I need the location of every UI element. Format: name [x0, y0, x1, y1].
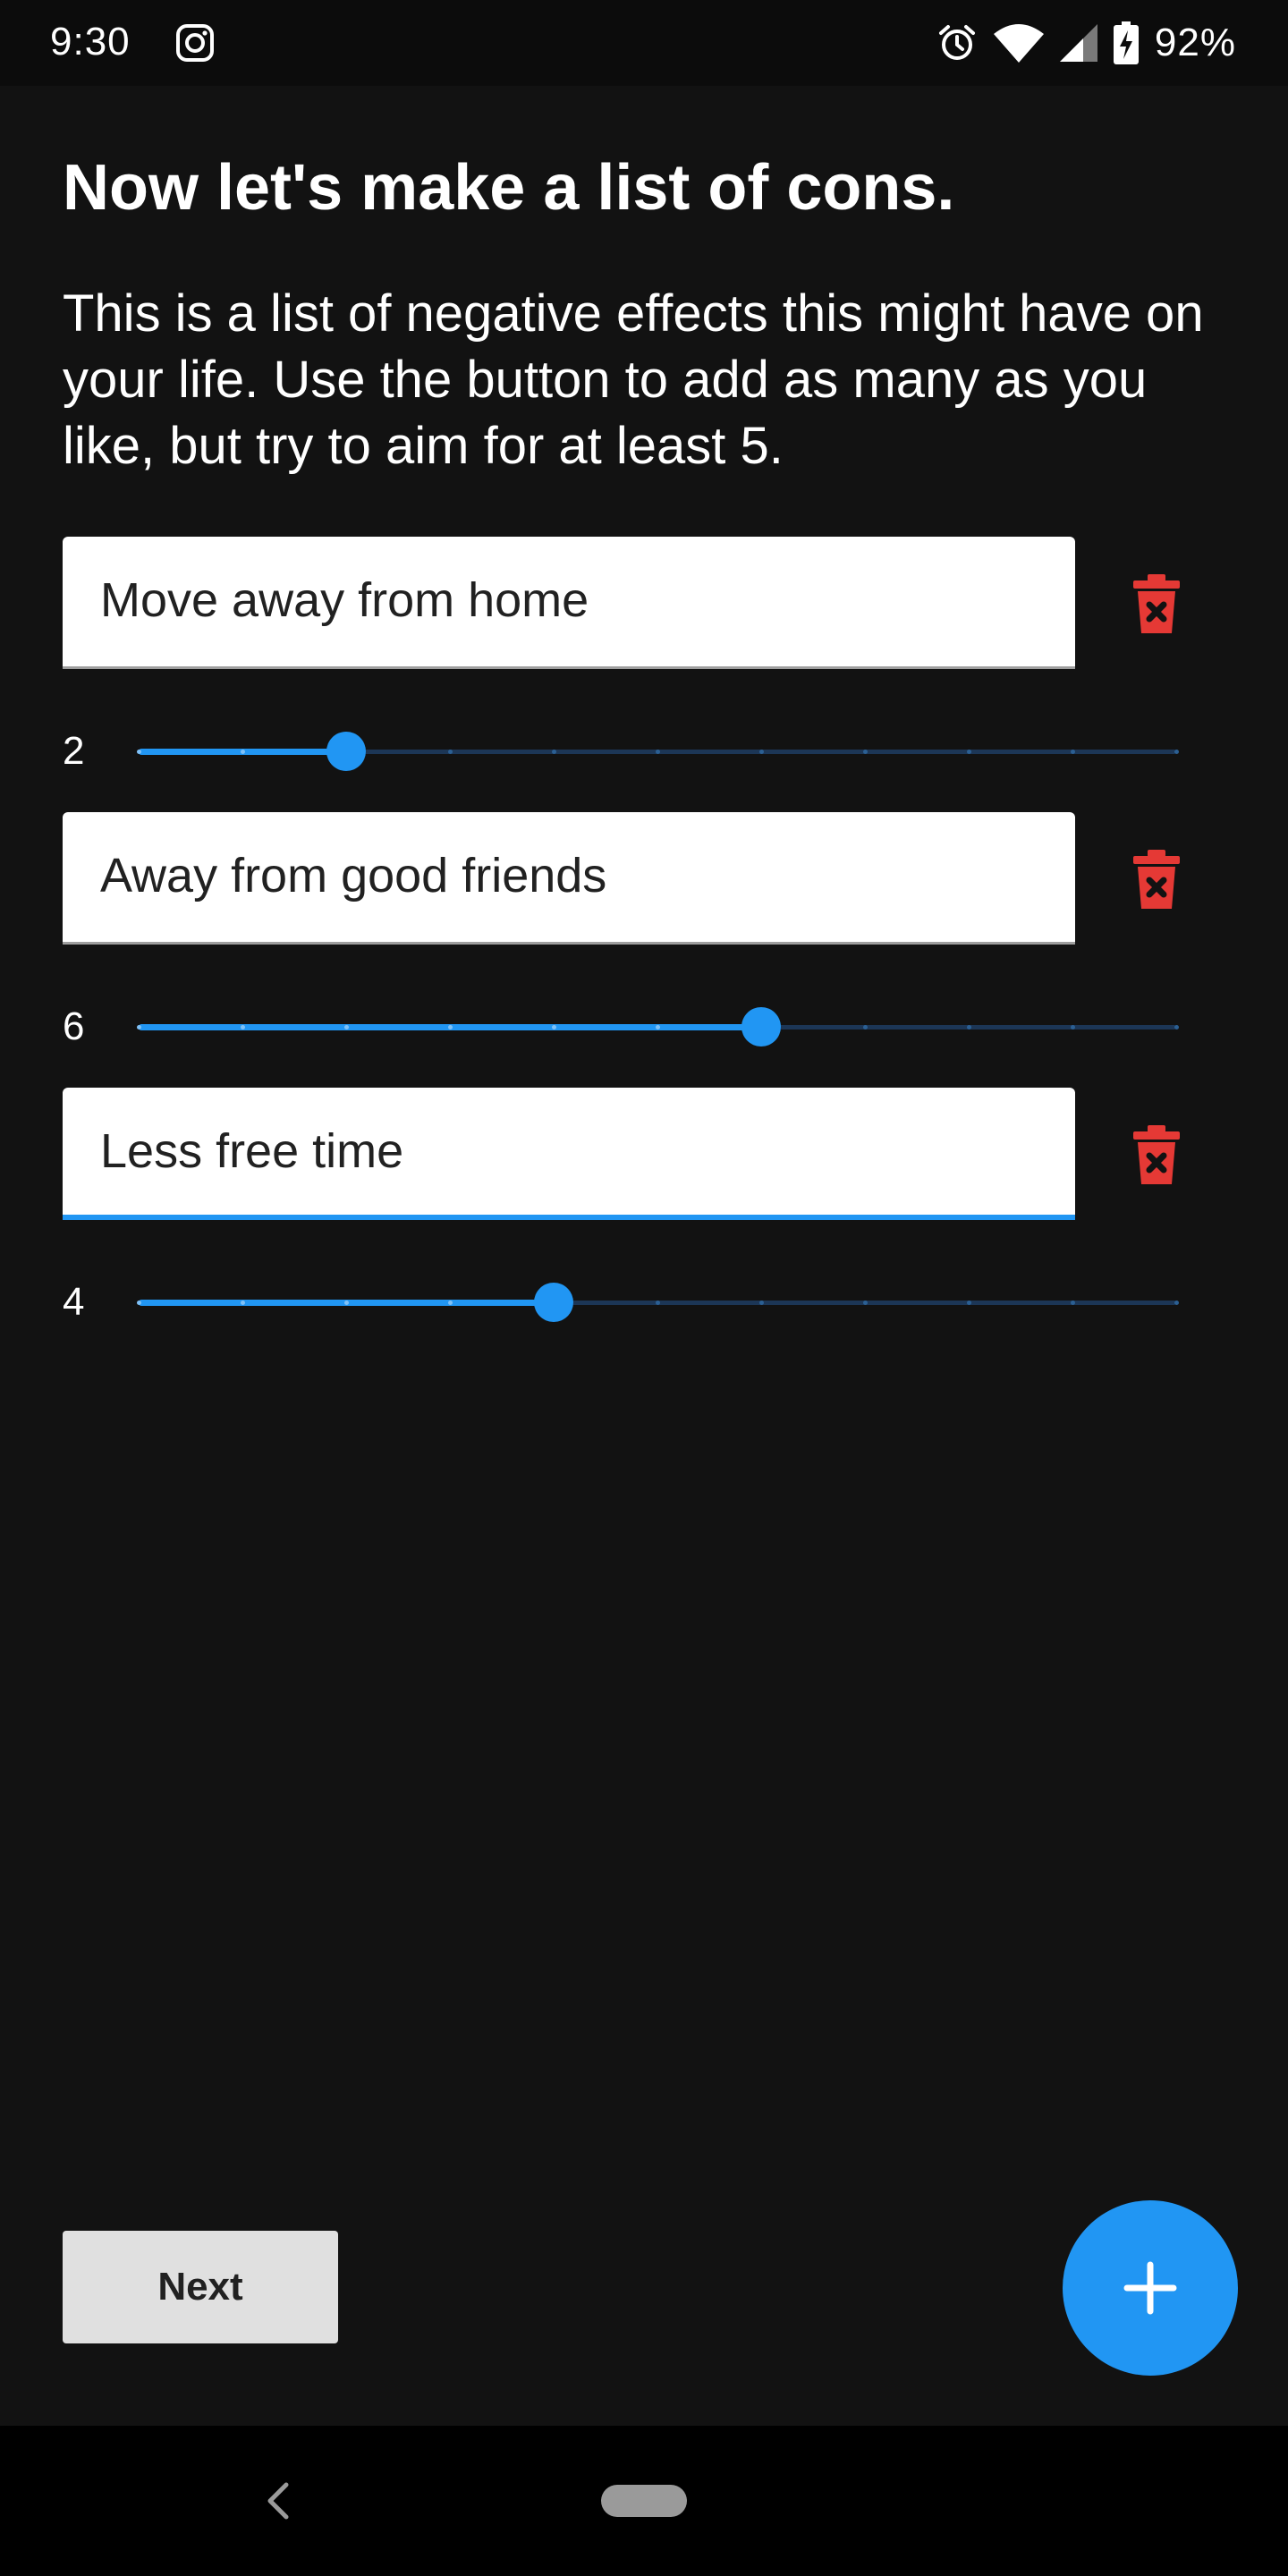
slider-tick — [1071, 750, 1075, 754]
slider-tick — [137, 1301, 141, 1305]
slider-tick — [863, 1301, 868, 1305]
slider-tick — [137, 1025, 141, 1030]
con-item: 4 — [63, 1088, 1216, 1360]
con-text-input[interactable] — [100, 812, 1048, 939]
slider-tick — [448, 1301, 453, 1305]
slider-tick — [552, 1025, 556, 1030]
slider-tick — [967, 750, 971, 754]
status-bar: 9:30 92% — [0, 0, 1288, 86]
alarm-icon — [936, 22, 978, 64]
con-item: 2 — [63, 537, 1216, 809]
con-text-field[interactable] — [63, 812, 1075, 945]
slider-tick — [552, 750, 556, 754]
con-rating-value: 6 — [63, 1004, 85, 1048]
slider-tick — [863, 1025, 868, 1030]
slider-tick — [344, 1301, 349, 1305]
trash-delete-icon[interactable] — [1125, 1123, 1188, 1186]
slider-tick — [448, 750, 453, 754]
navigation-bar — [0, 2426, 1288, 2576]
slider-tick — [967, 1025, 971, 1030]
battery-percentage: 92% — [1154, 21, 1236, 64]
slider-thumb[interactable] — [741, 1007, 781, 1046]
slider-thumb[interactable] — [326, 732, 366, 771]
con-rating-slider[interactable] — [137, 1271, 1179, 1334]
con-item: 6 — [63, 812, 1216, 1084]
status-icons: 92% — [936, 18, 1236, 68]
slider-tick — [759, 750, 764, 754]
add-con-button[interactable] — [1063, 2200, 1238, 2376]
page-description: This is a list of negative effects this … — [63, 284, 1204, 475]
trash-delete-icon[interactable] — [1125, 848, 1188, 911]
con-text-field[interactable] — [63, 1088, 1075, 1220]
slider-tick — [656, 1025, 660, 1030]
cell-signal-icon — [1059, 24, 1097, 62]
status-time: 9:30 — [50, 20, 131, 64]
slider-tick — [967, 1301, 971, 1305]
slider-tick — [137, 750, 141, 754]
slider-tick — [448, 1025, 453, 1030]
con-rating-value: 4 — [63, 1280, 85, 1324]
slider-tick — [1071, 1025, 1075, 1030]
con-text-field[interactable] — [63, 537, 1075, 669]
instagram-icon — [175, 23, 215, 63]
con-text-input[interactable] — [100, 1088, 1048, 1215]
con-text-input[interactable] — [100, 537, 1048, 664]
plus-icon — [1123, 2261, 1177, 2315]
slider-tick — [241, 1025, 245, 1030]
slider-tick — [656, 750, 660, 754]
slider-tick — [863, 750, 868, 754]
slider-tick — [656, 1301, 660, 1305]
con-rating-slider[interactable] — [137, 720, 1179, 783]
home-pill-icon[interactable] — [601, 2485, 687, 2517]
slider-tick — [241, 750, 245, 754]
wifi-icon — [993, 23, 1044, 63]
con-rating-slider[interactable] — [137, 996, 1179, 1058]
slider-tick — [1071, 1301, 1075, 1305]
slider-tick — [1174, 750, 1179, 754]
next-button[interactable]: Next — [63, 2231, 338, 2343]
slider-tick — [1174, 1025, 1179, 1030]
slider-tick — [344, 1025, 349, 1030]
back-icon[interactable] — [256, 2476, 299, 2526]
page-title: Now let's make a list of cons. — [63, 152, 955, 224]
battery-charging-icon — [1113, 21, 1139, 64]
trash-delete-icon[interactable] — [1125, 572, 1188, 635]
con-rating-value: 2 — [63, 729, 85, 773]
slider-tick — [1174, 1301, 1179, 1305]
slider-thumb[interactable] — [534, 1283, 573, 1322]
slider-tick — [759, 1301, 764, 1305]
slider-tick — [241, 1301, 245, 1305]
